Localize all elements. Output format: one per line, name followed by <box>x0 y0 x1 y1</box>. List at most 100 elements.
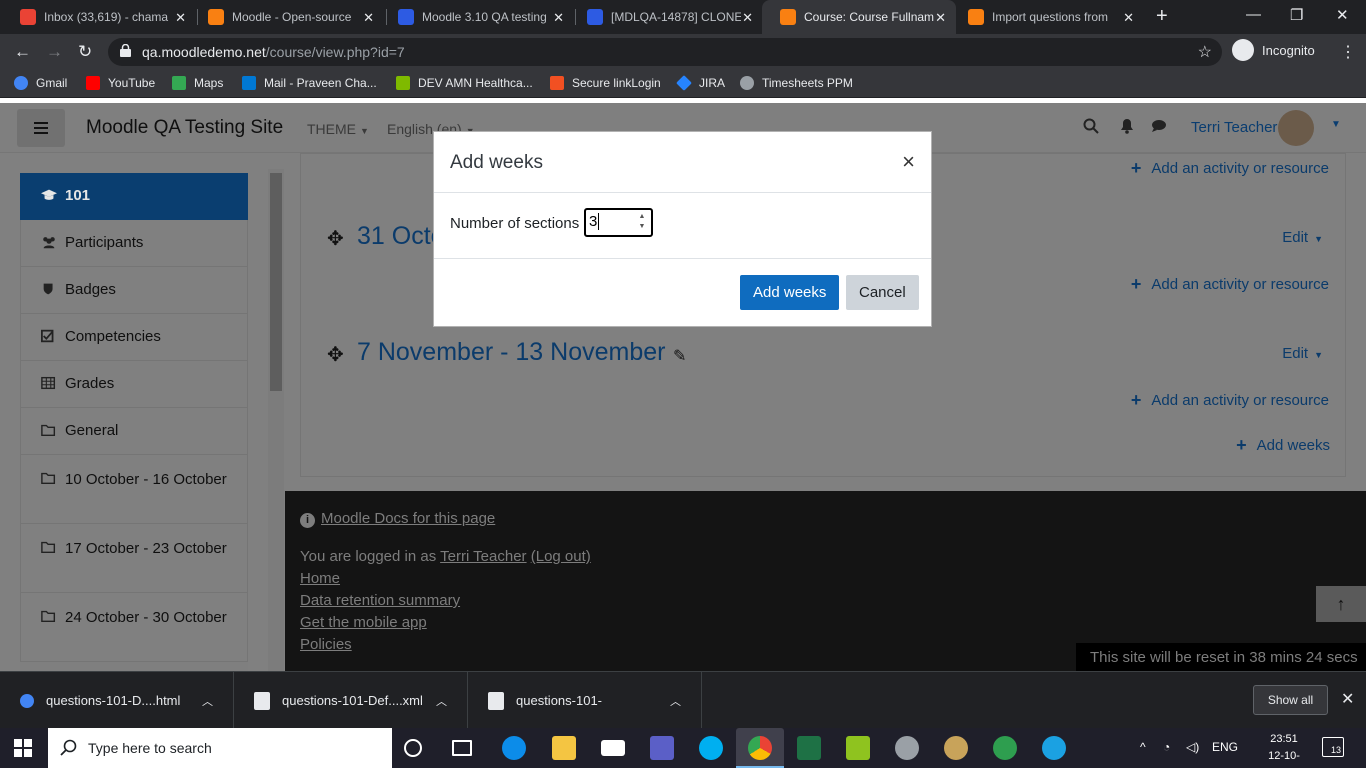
nav-course-101[interactable]: 101 <box>20 173 248 220</box>
add-activity-link[interactable]: + Add an activity or resource <box>1131 158 1329 179</box>
forward-arrow-icon[interactable]: → <box>46 42 63 62</box>
task-view-icon[interactable] <box>452 740 472 756</box>
scrollbar-thumb[interactable] <box>270 173 282 391</box>
section-title[interactable]: 31 Octo <box>357 222 445 251</box>
chevron-up-icon[interactable]: ^ <box>1140 740 1146 754</box>
policies-link[interactable]: Policies <box>300 636 352 653</box>
user-menu-name[interactable]: Terri Teacher <box>1191 119 1277 136</box>
browser-menu-icon[interactable]: ⋮ <box>1340 42 1356 62</box>
skype-icon[interactable] <box>699 736 723 760</box>
close-icon[interactable]: × <box>902 149 915 175</box>
close-tab-icon[interactable]: ✕ <box>553 10 564 26</box>
caret-down-icon[interactable]: ▼ <box>1331 119 1341 130</box>
snipping-tool-icon[interactable] <box>846 736 870 760</box>
bookmark-secure-link[interactable]: Secure linkLogin <box>550 76 661 90</box>
drawer-toggle-button[interactable] <box>17 109 65 147</box>
tab-import-questions[interactable]: Import questions from ✕ <box>950 0 1144 34</box>
bookmark-dev-amn[interactable]: DEV AMN Healthca... <box>396 76 533 90</box>
download-item[interactable]: questions-101- ︿ <box>468 672 702 729</box>
move-icon[interactable]: ✥ <box>327 342 344 367</box>
nav-week-10-oct[interactable]: 10 October - 16 October <box>20 455 248 524</box>
nav-week-24-oct[interactable]: 24 October - 30 October <box>20 593 248 662</box>
nav-competencies[interactable]: Competencies <box>20 314 248 361</box>
language-indicator[interactable]: ENG <box>1212 740 1238 754</box>
section-title[interactable]: 7 November - 13 November <box>357 338 665 367</box>
download-item[interactable]: questions-101-D....html ︿ <box>0 672 234 729</box>
stepper-down-icon[interactable]: ▼ <box>636 222 648 232</box>
bookmark-star-icon[interactable]: ☆ <box>1198 42 1212 62</box>
chrome-taskbar-button[interactable] <box>736 728 784 768</box>
app-icon[interactable] <box>993 736 1017 760</box>
paint-icon[interactable] <box>944 736 968 760</box>
cortana-icon[interactable] <box>404 739 422 757</box>
chevron-up-icon[interactable]: ︿ <box>436 693 447 709</box>
add-activity-link[interactable]: + Add an activity or resource <box>1131 390 1329 411</box>
close-tab-icon[interactable]: ✕ <box>363 10 374 26</box>
close-tab-icon[interactable]: ✕ <box>742 10 753 26</box>
back-arrow-icon[interactable]: ← <box>14 42 31 62</box>
close-tab-icon[interactable]: ✕ <box>175 10 186 26</box>
mail-icon[interactable] <box>601 740 625 756</box>
restore-icon[interactable]: ❐ <box>1290 6 1303 24</box>
new-tab-button[interactable]: + <box>1156 5 1168 28</box>
add-weeks-link[interactable]: + Add weeks <box>1236 435 1330 456</box>
teams-icon[interactable] <box>650 736 674 760</box>
minimize-icon[interactable]: — <box>1246 6 1261 23</box>
user-profile-link[interactable]: Terri Teacher <box>440 548 526 565</box>
windows-start-icon[interactable] <box>14 739 32 757</box>
bookmark-gmail[interactable]: Gmail <box>14 76 67 90</box>
pencil-icon[interactable]: ✎ <box>673 346 686 366</box>
reload-icon[interactable]: ↻ <box>78 42 92 62</box>
tab-moodle-qa-testing[interactable]: Moodle 3.10 QA testing ✕ <box>380 0 574 34</box>
address-bar[interactable]: qa.moodledemo.net/course/view.php?id=7 ☆ <box>108 38 1222 66</box>
close-downloads-icon[interactable]: ✕ <box>1341 689 1354 709</box>
bookmark-timesheets[interactable]: Timesheets PPM <box>740 76 853 90</box>
mobile-app-link[interactable]: Get the mobile app <box>300 614 427 631</box>
show-all-downloads-button[interactable]: Show all <box>1253 685 1328 715</box>
tab-mdlqa-clone[interactable]: [MDLQA-14878] CLONE ✕ <box>569 0 763 34</box>
bookmark-jira[interactable]: JIRA <box>676 75 725 91</box>
download-item[interactable]: questions-101-Def....xml ︿ <box>234 672 468 729</box>
edit-menu[interactable]: Edit ▼ <box>1282 229 1323 246</box>
back-to-top-button[interactable]: ↑ <box>1316 586 1366 622</box>
data-retention-link[interactable]: Data retention summary <box>300 592 460 609</box>
add-activity-link[interactable]: + Add an activity or resource <box>1131 274 1329 295</box>
nav-grades[interactable]: Grades <box>20 361 248 408</box>
move-icon[interactable]: ✥ <box>327 226 344 251</box>
system-clock[interactable]: 23:51 12-10-2020 <box>1258 731 1310 768</box>
add-weeks-button[interactable]: Add weeks <box>740 275 840 310</box>
wifi-icon[interactable]: ◔ <box>1163 740 1170 754</box>
nav-week-17-oct[interactable]: 17 October - 23 October <box>20 524 248 593</box>
tab-moodle-open-source[interactable]: Moodle - Open-source ✕ <box>190 0 384 34</box>
home-link[interactable]: Home <box>300 570 340 587</box>
search-icon[interactable] <box>1083 118 1099 134</box>
settings-gear-icon[interactable] <box>895 736 919 760</box>
cancel-button[interactable]: Cancel <box>846 275 919 310</box>
drawer-scrollbar[interactable] <box>268 169 284 671</box>
logout-link[interactable]: (Log out) <box>531 548 591 565</box>
site-name[interactable]: Moodle QA Testing Site <box>86 117 283 139</box>
bookmark-youtube[interactable]: YouTube <box>86 76 155 90</box>
nav-general[interactable]: General <box>20 408 248 455</box>
close-window-icon[interactable]: ✕ <box>1336 6 1349 24</box>
tab-gmail[interactable]: Inbox (33,619) - chama ✕ <box>2 0 196 34</box>
theme-menu[interactable]: THEME ▼ <box>307 121 369 137</box>
close-tab-icon[interactable]: ✕ <box>935 10 946 26</box>
avatar[interactable] <box>1278 110 1314 146</box>
edit-menu[interactable]: Edit ▼ <box>1282 345 1323 362</box>
nav-participants[interactable]: Participants <box>20 220 248 267</box>
bookmark-maps[interactable]: Maps <box>172 76 223 90</box>
file-explorer-icon[interactable] <box>552 736 576 760</box>
volume-icon[interactable]: ◁) <box>1186 740 1199 754</box>
incognito-indicator[interactable]: Incognito <box>1232 39 1315 61</box>
bookmark-mail[interactable]: Mail - Praveen Cha... <box>242 76 377 90</box>
tab-course-fullname[interactable]: Course: Course Fullnam ✕ <box>762 0 956 34</box>
notification-center-icon[interactable]: 13 <box>1322 737 1344 757</box>
messages-icon[interactable] <box>1151 118 1167 134</box>
excel-icon[interactable] <box>797 736 821 760</box>
moodle-docs-link[interactable]: Moodle Docs for this page <box>321 510 495 527</box>
internet-explorer-icon[interactable] <box>1042 736 1066 760</box>
edge-icon[interactable] <box>502 736 526 760</box>
bell-icon[interactable] <box>1119 118 1135 134</box>
number-of-sections-input[interactable]: 3 ▲ ▼ <box>584 208 653 237</box>
